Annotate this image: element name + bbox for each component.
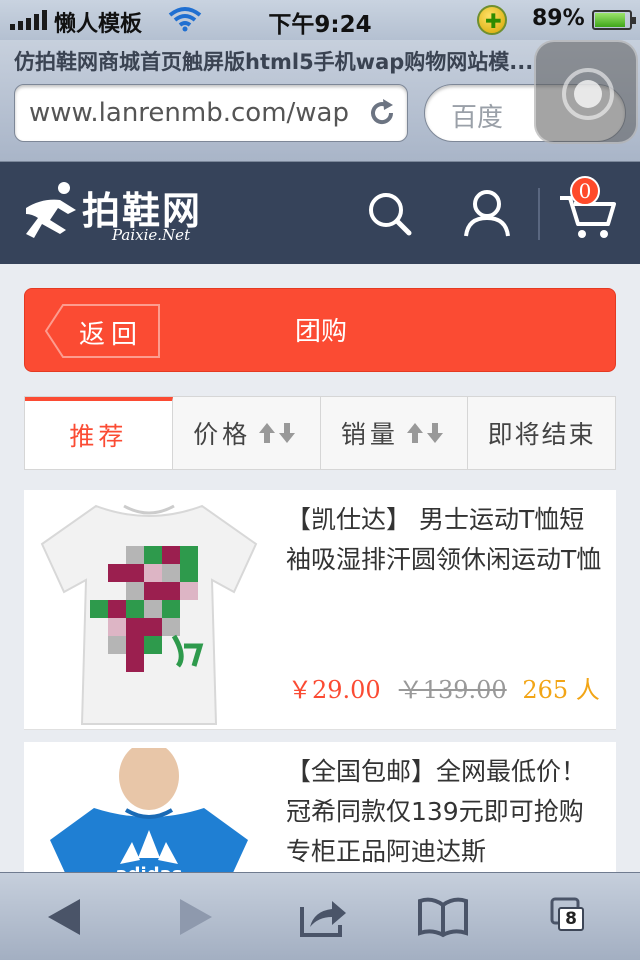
current-price: ￥29.00	[288, 676, 381, 704]
price-row: ￥29.00 ￥139.00 265 人	[288, 670, 600, 705]
tab-price[interactable]: 价格	[173, 397, 321, 469]
page-title: 仿拍鞋网商城首页触屏版html5手机wap购物网站模...	[14, 50, 534, 74]
page-title-text: 团购	[294, 317, 347, 347]
search-icon[interactable]	[362, 186, 416, 240]
product-item[interactable]: 【凯仕达】 男士运动T恤短袖吸湿排汗圆领休闲运动T恤 ￥29.00 ￥139.00…	[24, 490, 616, 730]
logo[interactable]: 拍鞋网 Paixie.Net	[20, 180, 230, 246]
tab-ending-soon[interactable]: 即将结束	[468, 397, 615, 469]
tab-count: 8	[558, 907, 584, 931]
original-price: ￥139.00	[398, 676, 507, 704]
address-bar[interactable]: www.lanrenmb.com/wap	[14, 84, 408, 142]
tab-label: 价格	[193, 420, 252, 449]
tab-label: 即将结束	[487, 420, 596, 449]
tabs-button[interactable]: 8	[546, 893, 600, 941]
user-icon[interactable]	[460, 186, 514, 240]
assistive-touch-button[interactable]	[534, 40, 638, 144]
cart-count-badge: 0	[570, 176, 600, 206]
runner-logo-icon	[26, 182, 76, 238]
header-divider	[538, 188, 540, 240]
product-name[interactable]: 【全国包邮】全网最低价！冠希同款仅139元即可抢购专柜正品阿迪达斯	[286, 752, 602, 872]
reload-icon[interactable]	[367, 98, 397, 128]
product-name[interactable]: 【凯仕达】 男士运动T恤短袖吸湿排汗圆领休闲运动T恤	[286, 500, 602, 580]
browser-chrome: 仿拍鞋网商城首页触屏版html5手机wap购物网站模... www.lanren…	[0, 40, 640, 162]
tab-label: 销量	[340, 420, 399, 449]
page-header: 返回 团购	[24, 288, 616, 372]
status-bar: 懒人模板 下午9:24 ✚ 89%	[0, 0, 640, 40]
tab-recommend[interactable]: 推荐	[25, 397, 173, 469]
sold-count: 265 人	[522, 676, 600, 704]
sort-arrows-icon	[406, 423, 443, 443]
product-image[interactable]	[34, 496, 264, 728]
battery-percent: 89%	[532, 6, 585, 31]
battery-icon	[592, 10, 636, 30]
search-placeholder: 百度	[451, 103, 504, 133]
sort-tabs: 推荐 价格 销量 即将结束	[24, 396, 616, 470]
browser-toolbar: 8	[0, 872, 640, 960]
tab-sales[interactable]: 销量	[321, 397, 469, 469]
share-icon[interactable]	[296, 893, 350, 941]
bookmarks-icon[interactable]	[416, 893, 470, 941]
back-icon[interactable]	[40, 893, 94, 941]
logo-subtext: Paixie.Net	[112, 226, 191, 244]
tab-label: 推荐	[69, 422, 128, 451]
plus-badge-icon: ✚	[477, 5, 507, 35]
site-header: 拍鞋网 Paixie.Net	[0, 162, 640, 264]
forward-icon[interactable]	[166, 893, 220, 941]
url-text[interactable]: www.lanrenmb.com/wap	[29, 98, 357, 128]
sort-arrows-icon	[259, 423, 296, 443]
